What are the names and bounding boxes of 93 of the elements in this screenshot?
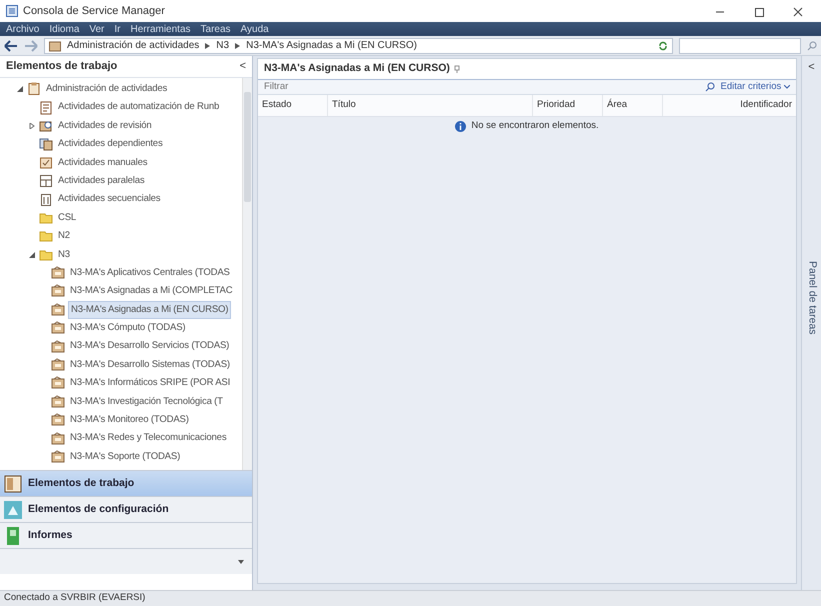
tree-item[interactable]: Actividades manuales — [56, 154, 150, 171]
nav-button[interactable]: Elementos de configuración — [0, 496, 252, 522]
address-bar[interactable]: Administración de actividades N3 N3-MA's Asignadas a Mi (EN CURSO) — [44, 38, 673, 54]
collapse-button[interactable]: < — [808, 58, 815, 76]
tree-item[interactable]: N3-MA's Soporte (TODAS) — [68, 448, 182, 466]
folder-icon — [39, 229, 53, 244]
clipboard-icon — [4, 474, 22, 492]
pin-icon — [454, 65, 460, 73]
menu-item[interactable]: Tareas — [200, 22, 231, 36]
scrollbar[interactable] — [242, 78, 252, 470]
chevron-icon — [235, 42, 240, 48]
menu-item[interactable]: Archivo — [6, 22, 40, 36]
nav-button[interactable]: Informes — [0, 522, 252, 548]
tree-item[interactable]: N2 — [56, 228, 72, 245]
collapse-arrow-icon[interactable] — [17, 86, 23, 92]
tree-item[interactable]: N3-MA's Aplicativos Centrales (TODAS — [68, 264, 232, 282]
task-panel-tab[interactable]: Panel de tareas — [804, 261, 820, 335]
caret-icon — [784, 85, 790, 89]
view-icon — [51, 284, 65, 298]
view-icon — [51, 432, 65, 446]
list-icon — [39, 192, 53, 207]
view-icon — [51, 376, 65, 390]
column-header[interactable]: Estado — [258, 95, 328, 116]
tree-item[interactable]: N3-MA's Cómputo (TODAS) — [68, 320, 188, 336]
collapse-button[interactable]: < — [240, 58, 246, 75]
tree-item[interactable]: CSL — [56, 210, 78, 226]
view-icon — [49, 40, 61, 52]
report-icon — [4, 526, 22, 544]
panel-title: Elementos de trabajo — [6, 59, 118, 74]
breadcrumb-item[interactable]: N3-MA's Asignadas a Mi (EN CURSO) — [246, 38, 417, 53]
tree-item[interactable]: N3-MA's Asignadas a Mi (EN CURSO) — [68, 300, 232, 320]
view-icon — [51, 358, 65, 372]
tree-item[interactable]: N3-MA's Investigación Tecnológica (T — [68, 394, 225, 410]
expand-arrow-icon[interactable] — [29, 122, 35, 129]
clipboard-icon — [27, 82, 41, 96]
status-text: Conectado a SVRBIR (EVAERSI) — [0, 590, 821, 606]
tree-item[interactable]: Administración de actividades — [44, 81, 170, 98]
view-icon — [51, 413, 65, 428]
refresh-icon — [658, 40, 668, 50]
form-icon — [39, 174, 53, 188]
tree-item[interactable]: Actividades dependientes — [56, 136, 165, 153]
menu-item[interactable]: Idioma — [49, 22, 80, 36]
filter-field[interactable]: Filtrar Editar criterios — [258, 79, 796, 95]
tree-item[interactable]: N3-MA's Desarrollo Sistemas (TODAS) — [68, 356, 232, 374]
view-icon — [51, 394, 65, 409]
search-icon — [807, 40, 817, 50]
tree-item[interactable]: Actividades paralelas — [56, 172, 146, 190]
column-header[interactable]: Prioridad — [533, 95, 603, 116]
back-icon — [4, 40, 18, 52]
forward-icon — [24, 40, 38, 52]
tree-item[interactable]: N3 — [56, 246, 72, 263]
tree-item[interactable]: N3-MA's Redes y Telecomunicaciones — [68, 430, 228, 447]
tree-item[interactable]: Actividades de revisión — [56, 118, 154, 134]
close-icon — [792, 6, 804, 17]
column-header[interactable]: Área — [603, 95, 663, 116]
tree-item[interactable]: N3-MA's Monitoreo (TODAS) — [68, 412, 191, 428]
view-title: N3-MA's Asignadas a Mi (EN CURSO) — [264, 61, 450, 76]
view-icon — [51, 340, 65, 354]
view-icon — [51, 302, 65, 317]
tree-item[interactable]: N3-MA's Desarrollo Servicios (TODAS) — [68, 338, 232, 355]
view-icon — [51, 266, 65, 280]
empty-message: No se encontraron elementos. — [471, 118, 599, 133]
tree-item[interactable]: N3-MA's Informáticos SRIPE (POR ASI — [68, 375, 232, 392]
view-icon — [51, 450, 65, 464]
chevron-icon — [205, 42, 210, 48]
breadcrumb-item[interactable]: Administración de actividades — [67, 38, 200, 53]
menu-item[interactable]: Herramientas — [130, 22, 191, 36]
column-header[interactable]: Título — [328, 95, 533, 116]
collapse-arrow-icon[interactable] — [29, 252, 35, 258]
breadcrumb-item[interactable]: N3 — [216, 38, 230, 53]
review-icon — [39, 118, 53, 133]
app-icon — [6, 5, 18, 17]
tree-item[interactable]: Actividades secuenciales — [56, 191, 162, 208]
column-header[interactable]: Identificador — [663, 95, 796, 116]
menu-item[interactable]: Ir — [114, 22, 120, 36]
nav-button[interactable]: Elementos de trabajo — [0, 470, 252, 496]
document-icon — [39, 100, 53, 115]
folder-icon — [39, 248, 53, 262]
linked-documents-icon — [39, 137, 53, 152]
menu-item[interactable]: Ayuda — [240, 22, 269, 36]
view-icon — [51, 321, 65, 336]
window-title: Consola de Service Manager — [23, 4, 165, 19]
menu-item[interactable]: Ver — [89, 22, 104, 36]
maximize-icon — [753, 6, 765, 17]
edit-criteria-button[interactable]: Editar criterios — [720, 80, 790, 94]
tree-item[interactable]: N3-MA's Asignadas a Mi (COMPLETAC — [68, 283, 234, 300]
dropdown-arrow-icon — [238, 560, 244, 564]
search-icon — [704, 82, 715, 92]
tree-item[interactable]: Actividades de automatización de Runb — [56, 99, 222, 116]
info-icon — [455, 120, 466, 132]
folder-icon — [39, 210, 53, 225]
search-field[interactable] — [679, 38, 801, 54]
checklist-icon — [39, 156, 53, 170]
